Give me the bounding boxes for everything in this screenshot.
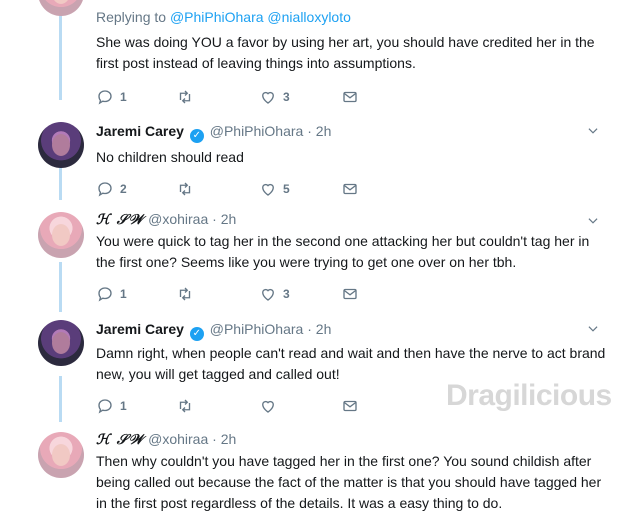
reply-button[interactable]: 1: [96, 397, 127, 415]
avatar[interactable]: [38, 0, 84, 16]
retweet-icon: [179, 287, 191, 301]
display-name[interactable]: ℋ 𝒮𝒲: [96, 432, 144, 448]
reply-icon: [98, 287, 112, 302]
like-icon: [262, 288, 274, 301]
avatar[interactable]: [38, 122, 84, 168]
retweet-button[interactable]: [176, 285, 194, 303]
reply-icon: [98, 90, 112, 105]
separator-dot: ·: [212, 431, 217, 447]
separator-dot: ·: [307, 123, 312, 139]
display-name[interactable]: ℋ 𝒮𝒲: [96, 212, 144, 228]
direct-message-button[interactable]: [341, 88, 359, 106]
verified-badge-icon: ✓: [189, 129, 204, 143]
like-button[interactable]: 3: [259, 285, 290, 303]
reply-count: 2: [120, 182, 127, 196]
message-icon: [343, 91, 357, 103]
tweet-timestamp[interactable]: 2h: [221, 211, 237, 227]
user-handle[interactable]: @PhiPhiOhara: [210, 321, 304, 337]
retweet-button[interactable]: [176, 88, 194, 106]
reply-mentions[interactable]: @PhiPhiOhara @nialloxyloto: [170, 9, 351, 25]
user-handle[interactable]: @PhiPhiOhara: [210, 123, 304, 139]
reply-icon: [98, 182, 112, 197]
like-count: 3: [283, 90, 290, 104]
tweet-text: No children should read: [96, 149, 244, 165]
direct-message-button[interactable]: [341, 397, 359, 415]
tweet-timestamp[interactable]: 2h: [221, 431, 237, 447]
reply-icon: [98, 399, 112, 414]
separator-dot: ·: [307, 321, 312, 337]
retweet-icon: [179, 182, 191, 196]
reply-count: 1: [120, 90, 127, 104]
like-icon: [262, 91, 274, 104]
message-icon: [343, 400, 357, 412]
thread-line: [59, 376, 62, 422]
separator-dot: ·: [212, 211, 217, 227]
verified-badge-icon: ✓: [189, 327, 204, 341]
retweet-icon: [179, 90, 191, 104]
thread-line: [59, 262, 62, 312]
message-icon: [343, 183, 357, 195]
thread-line: [59, 168, 62, 200]
avatar[interactable]: [38, 432, 84, 478]
reply-thread: Replying to @PhiPhiOhara @nialloxyloto S…: [0, 0, 638, 520]
tweet-header: ℋ 𝒮𝒲 @xohiraa · 2h: [96, 210, 610, 229]
display-name[interactable]: Jaremi Carey: [96, 321, 184, 337]
reply-button[interactable]: 1: [96, 88, 127, 106]
tweet-actions: 1 3: [96, 285, 610, 305]
like-count: 5: [283, 182, 290, 196]
user-handle[interactable]: @xohiraa: [148, 431, 208, 447]
replying-to-label: Replying to: [96, 9, 167, 25]
avatar[interactable]: [38, 320, 84, 366]
tweet-actions: 2 5: [96, 180, 610, 200]
reply-count: 1: [120, 399, 127, 413]
tweet-timestamp[interactable]: 2h: [316, 123, 332, 139]
message-icon: [343, 288, 357, 300]
reply-button[interactable]: 2: [96, 180, 127, 198]
retweet-icon: [179, 399, 191, 413]
like-count: 3: [283, 287, 290, 301]
tweet-actions: 1 3: [96, 88, 610, 108]
tweet-header: Jaremi Carey ✓ @PhiPhiOhara · 2h: [96, 320, 610, 341]
avatar[interactable]: [38, 212, 84, 258]
like-button[interactable]: [259, 397, 277, 415]
tweet-timestamp[interactable]: 2h: [316, 321, 332, 337]
user-handle[interactable]: @xohiraa: [148, 211, 208, 227]
like-button[interactable]: 5: [259, 180, 290, 198]
direct-message-button[interactable]: [341, 285, 359, 303]
display-name[interactable]: Jaremi Carey: [96, 123, 184, 139]
tweet-header: Jaremi Carey ✓ @PhiPhiOhara · 2h: [96, 122, 610, 143]
retweet-button[interactable]: [176, 180, 194, 198]
reply-button[interactable]: 1: [96, 285, 127, 303]
tweet-text: Then why couldn't you have tagged her in…: [96, 453, 602, 511]
tweet-text: She was doing YOU a favor by using her a…: [96, 34, 595, 71]
tweet-text: You were quick to tag her in the second …: [96, 233, 590, 270]
like-icon: [262, 400, 274, 413]
replying-to-line: Replying to @PhiPhiOhara @nialloxyloto: [96, 8, 610, 26]
reply-count: 1: [120, 287, 127, 301]
retweet-button[interactable]: [176, 397, 194, 415]
watermark-logo: Dragilicious: [446, 379, 612, 412]
direct-message-button[interactable]: [341, 180, 359, 198]
like-button[interactable]: 3: [259, 88, 290, 106]
tweet-header: ℋ 𝒮𝒲 @xohiraa · 2h: [96, 430, 610, 449]
like-icon: [262, 183, 274, 196]
